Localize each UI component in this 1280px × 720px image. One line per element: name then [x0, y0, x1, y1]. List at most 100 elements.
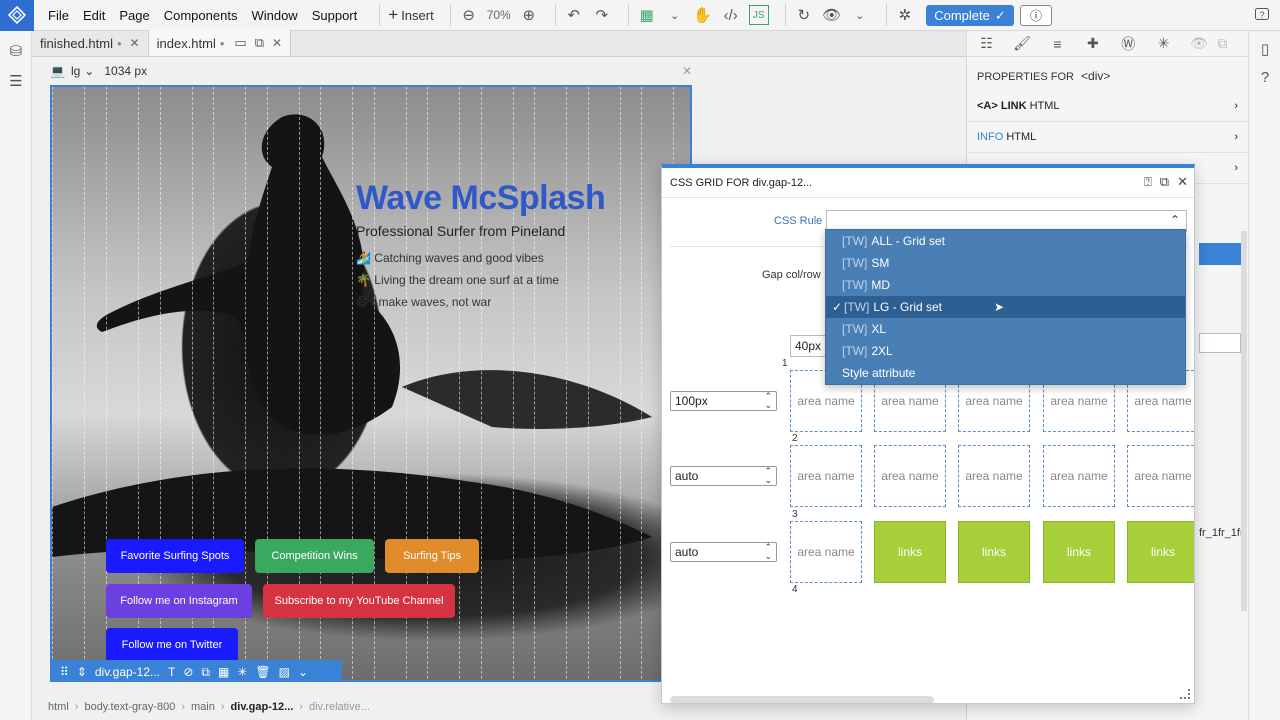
- breakpoint-select[interactable]: lg: [71, 64, 80, 78]
- redo-icon[interactable]: ↷: [592, 5, 612, 25]
- chevron-down-icon[interactable]: ⌄: [84, 64, 94, 78]
- database-icon[interactable]: ⛁: [6, 41, 26, 61]
- breadcrumb-item[interactable]: html: [48, 701, 69, 713]
- list-item[interactable]: 🌴 Living the dream one surf at a time: [356, 273, 559, 287]
- page-viewport[interactable]: Wave McSplash Professional Surfer from P…: [50, 85, 692, 682]
- list-item[interactable]: 🏄 Catching waves and good vibes: [356, 251, 559, 265]
- selected-element-label[interactable]: div.gap-12...: [95, 665, 160, 679]
- link-icon[interactable]: ⊘: [183, 665, 193, 679]
- breadcrumb-item[interactable]: div.relative...: [309, 701, 370, 713]
- dialog-scrollbar[interactable]: [670, 696, 934, 703]
- gap-column-input[interactable]: 40px: [790, 335, 828, 357]
- dropdown-option[interactable]: Style attribute: [826, 362, 1185, 384]
- preview-window-icon[interactable]: ▭: [234, 35, 246, 51]
- page-subtitle[interactable]: Professional Surfer from Pineland: [356, 223, 565, 239]
- link-section[interactable]: <A> LINK HTML ›: [967, 91, 1248, 122]
- resize-handle-icon[interactable]: [1180, 689, 1190, 699]
- menu-support[interactable]: Support: [312, 8, 358, 23]
- refresh-icon[interactable]: ↻: [794, 5, 814, 25]
- menu-edit[interactable]: Edit: [83, 8, 105, 23]
- property-input[interactable]: [1199, 333, 1241, 353]
- info-button[interactable]: ⓘ: [1020, 5, 1052, 26]
- zoom-in-icon[interactable]: ⊕: [519, 5, 539, 25]
- drag-handle-icon[interactable]: ⠿: [60, 665, 69, 679]
- zoom-out-icon[interactable]: ⊖: [459, 5, 479, 25]
- menu-page[interactable]: Page: [119, 8, 149, 23]
- chevron-down-icon[interactable]: ⌄: [298, 665, 308, 679]
- grid-cell[interactable]: area name: [790, 445, 862, 507]
- dropdown-option[interactable]: [TW] ALL - Grid set: [826, 230, 1185, 252]
- text-tool-icon[interactable]: T: [168, 665, 175, 679]
- magic-icon[interactable]: ✳: [237, 665, 247, 679]
- laptop-icon[interactable]: 💻: [50, 64, 65, 78]
- code-icon[interactable]: ‹/›: [721, 5, 741, 25]
- plugin-icon[interactable]: ✚: [1083, 34, 1102, 54]
- zoom-level[interactable]: 70%: [487, 8, 511, 22]
- undo-icon[interactable]: ↶: [564, 5, 584, 25]
- app-logo-icon[interactable]: [0, 0, 34, 31]
- layout-grid-icon[interactable]: ▦: [637, 5, 657, 25]
- youtube-button[interactable]: Subscribe to my YouTube Channel: [263, 584, 455, 618]
- close-icon[interactable]: ✕: [272, 36, 282, 50]
- panel-scrollbar[interactable]: [1241, 231, 1247, 611]
- help-panel-icon[interactable]: ?: [1255, 67, 1275, 87]
- sliders-icon[interactable]: ☷: [977, 34, 996, 54]
- pattern-icon[interactable]: ▨: [279, 665, 290, 679]
- settings-wheel-icon[interactable]: ✲: [895, 5, 915, 25]
- duplicate-icon[interactable]: ⧉: [201, 665, 210, 680]
- breadcrumb-item-current[interactable]: div.gap-12...: [231, 701, 294, 713]
- insert-button[interactable]: + Insert: [388, 5, 433, 25]
- chevron-updown-icon[interactable]: ⇕: [77, 665, 87, 679]
- menu-window[interactable]: Window: [251, 8, 297, 23]
- menu-components[interactable]: Components: [164, 8, 238, 23]
- dropdown-option-selected[interactable]: ✓ [TW] LG - Grid set ➤: [826, 296, 1185, 318]
- close-icon[interactable]: ✕: [130, 36, 140, 50]
- preview-eye-icon[interactable]: 👁: [822, 5, 842, 25]
- grid-icon[interactable]: ▦: [218, 665, 229, 679]
- popout-icon[interactable]: ⧉: [1160, 174, 1169, 190]
- breadcrumb-item[interactable]: body.text-gray-800: [84, 701, 175, 713]
- dropdown-option[interactable]: [TW] XL: [826, 318, 1185, 340]
- row-size-select[interactable]: 100px ⌃ ⌄: [670, 391, 777, 411]
- favorite-spots-button[interactable]: Favorite Surfing Spots: [106, 539, 244, 573]
- grid-cell-links[interactable]: links: [1127, 521, 1194, 583]
- spark-icon[interactable]: ✳: [1154, 34, 1173, 54]
- grid-cell-links[interactable]: links: [1043, 521, 1115, 583]
- layers-icon[interactable]: ☰: [6, 71, 26, 91]
- copy-icon[interactable]: ⧉: [1213, 34, 1232, 54]
- breadcrumb-item[interactable]: main: [191, 701, 215, 713]
- list-item[interactable]: 😄 I make waves, not war: [356, 295, 559, 309]
- dropdown-option[interactable]: [TW] MD: [826, 274, 1185, 296]
- chevron-down-icon[interactable]: ⌄: [850, 5, 870, 25]
- grid-cell[interactable]: area name: [790, 521, 862, 583]
- row-size-select[interactable]: auto ⌃ ⌄: [670, 466, 777, 486]
- row-size-select[interactable]: auto ⌃ ⌄: [670, 542, 777, 562]
- wordpress-icon[interactable]: Ⓦ: [1119, 34, 1138, 54]
- grid-cell-links[interactable]: links: [874, 521, 946, 583]
- help-icon[interactable]: ⍰: [1144, 174, 1152, 190]
- grid-cell-links[interactable]: links: [958, 521, 1030, 583]
- help-icon[interactable]: ?: [1252, 5, 1272, 25]
- instagram-button[interactable]: Follow me on Instagram: [106, 584, 252, 618]
- close-icon[interactable]: ✕: [682, 64, 692, 78]
- competition-wins-button[interactable]: Competition Wins: [255, 539, 374, 573]
- page-title[interactable]: Wave McSplash: [356, 179, 606, 218]
- tab-finished[interactable]: finished.html • ✕: [32, 30, 148, 56]
- grid-cell[interactable]: area name: [874, 445, 946, 507]
- grid-cell[interactable]: area name: [1127, 445, 1194, 507]
- twitter-button[interactable]: Follow me on Twitter: [106, 628, 238, 662]
- info-section[interactable]: INFO HTML ›: [967, 122, 1248, 153]
- chevron-down-icon[interactable]: ⌄: [665, 5, 685, 25]
- surfing-tips-button[interactable]: Surfing Tips: [385, 539, 479, 573]
- split-view-icon[interactable]: ⧉: [255, 35, 264, 51]
- visibility-icon[interactable]: 👁: [1189, 34, 1208, 54]
- dropdown-option[interactable]: [TW] SM: [826, 252, 1185, 274]
- dropdown-option[interactable]: [TW] 2XL: [826, 340, 1185, 362]
- javascript-icon[interactable]: JS: [748, 5, 769, 25]
- complete-button[interactable]: Complete ✓: [926, 5, 1014, 26]
- tab-index[interactable]: index.html • ▭ ⧉ ✕: [147, 30, 292, 56]
- trash-icon[interactable]: 🗑: [255, 665, 270, 679]
- brush-icon[interactable]: 🖌: [1012, 34, 1031, 54]
- close-icon[interactable]: ✕: [1177, 174, 1188, 190]
- grid-cell[interactable]: area name: [958, 445, 1030, 507]
